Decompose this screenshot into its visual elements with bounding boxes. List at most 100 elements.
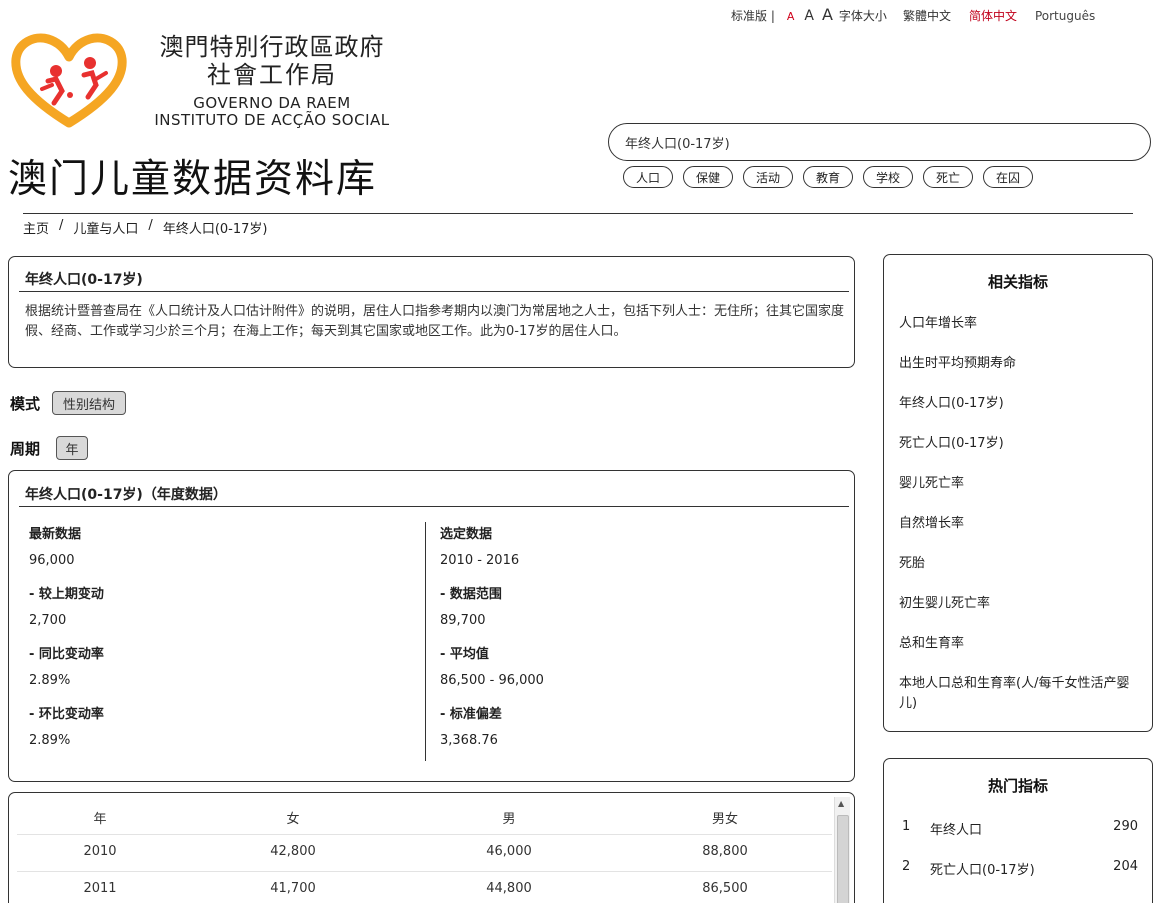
breadcrumb-children-population[interactable]: 儿童与人口 <box>73 218 138 237</box>
org-name-cn-line2: 社會工作局 <box>143 61 401 89</box>
table-cell-male: 46,000 <box>429 844 589 859</box>
annual-data-panel: 年终人口(0-17岁)（年度数据） 最新数据 96,000 - 较上期变动 2,… <box>8 470 855 782</box>
related-item[interactable]: 出生时平均预期寿命 <box>899 354 1144 374</box>
scroll-up-arrow-icon[interactable]: ▲ <box>838 799 844 808</box>
hot-item-name[interactable]: 年终人口 <box>930 819 1108 838</box>
related-item[interactable]: 自然增长率 <box>899 514 1144 534</box>
table-cell-male: 44,800 <box>429 881 589 896</box>
data-range-label: - 数据范围 <box>440 583 502 602</box>
tag-activities[interactable]: 活动 <box>743 166 793 188</box>
font-size-label: 字体大小 <box>839 7 887 24</box>
traditional-chinese-link[interactable]: 繁體中文 <box>903 7 951 24</box>
standard-version-link[interactable]: 标准版 | <box>731 7 775 24</box>
description-title: 年终人口(0-17岁) <box>25 269 143 289</box>
font-size-medium-button[interactable]: A <box>804 8 814 24</box>
change-value: 2,700 <box>29 613 66 628</box>
header-divider <box>23 213 1133 214</box>
table-header-total: 男女 <box>645 808 805 827</box>
org-name-cn-line1: 澳門特別行政區政府 <box>143 33 401 61</box>
related-indicators-panel: 相关指标 人口年增长率 出生时平均预期寿命 年终人口(0-17岁) 死亡人口(0… <box>883 254 1153 732</box>
breadcrumb: 主页 / 儿童与人口 / 年终人口(0-17岁) <box>23 218 267 237</box>
table-cell-total: 86,500 <box>645 881 805 896</box>
top-utility-bar: 标准版 | A A A 字体大小 繁體中文 简体中文 Português <box>731 5 1095 24</box>
table-cell-female: 41,700 <box>213 881 373 896</box>
related-item[interactable]: 人口年增长率 <box>899 314 1144 334</box>
std-dev-value: 3,368.76 <box>440 733 498 748</box>
hot-indicators-panel: 热门指标 1 年终人口 290 2 死亡人口(0-17岁) 204 <box>883 758 1153 903</box>
site-title[interactable]: 澳门儿童数据资料库 <box>8 148 377 204</box>
table-header-female: 女 <box>213 808 373 827</box>
hot-item[interactable]: 1 年终人口 290 <box>902 819 1138 838</box>
latest-data-value: 96,000 <box>29 553 75 568</box>
scroll-thumb[interactable] <box>837 815 849 903</box>
related-item[interactable]: 死亡人口(0-17岁) <box>899 434 1144 454</box>
breadcrumb-separator: / <box>59 218 63 237</box>
org-name-pt-line2: INSTITUTO DE ACÇÃO SOCIAL <box>143 112 401 129</box>
tag-health[interactable]: 保健 <box>683 166 733 188</box>
related-item[interactable]: 总和生育率 <box>899 634 1144 654</box>
hot-item-count: 290 <box>1108 819 1138 838</box>
table-header-year: 年 <box>20 808 180 827</box>
related-item[interactable]: 年终人口(0-17岁) <box>899 394 1144 414</box>
related-item[interactable]: 死胎 <box>899 554 1144 574</box>
data-range-value: 89,700 <box>440 613 486 628</box>
mom-rate-label: - 环比变动率 <box>29 703 104 722</box>
tag-education[interactable]: 教育 <box>803 166 853 188</box>
period-year-button[interactable]: 年 <box>56 436 88 460</box>
related-item[interactable]: 婴儿死亡率 <box>899 474 1144 494</box>
related-title: 相关指标 <box>884 271 1152 292</box>
mom-rate-value: 2.89% <box>29 733 70 748</box>
hot-title: 热门指标 <box>884 775 1152 796</box>
hot-item-rank: 1 <box>902 819 930 838</box>
description-text: 根据统计暨普查局在《人口统计及人口估计附件》的说明，居住人口指参考期内以澳门为常… <box>25 302 845 342</box>
font-size-large-button[interactable]: A <box>822 5 833 24</box>
simplified-chinese-link[interactable]: 简体中文 <box>969 7 1017 24</box>
description-divider <box>19 291 849 292</box>
mode-gender-structure-button[interactable]: 性别结构 <box>52 391 126 415</box>
table-cell-female: 42,800 <box>213 844 373 859</box>
hot-item[interactable]: 2 死亡人口(0-17岁) 204 <box>902 859 1138 878</box>
yoy-rate-label: - 同比变动率 <box>29 643 104 662</box>
data-table: 年 女 男 男女 2010 42,800 46,000 88,800 2011 … <box>8 792 855 903</box>
annual-divider <box>19 506 849 507</box>
font-size-small-button[interactable]: A <box>787 10 795 23</box>
selected-data-label: 选定数据 <box>440 523 492 542</box>
tag-population[interactable]: 人口 <box>623 166 673 188</box>
table-scrollbar[interactable]: ▲ <box>834 797 850 903</box>
mean-label: - 平均值 <box>440 643 489 662</box>
selected-data-value: 2010 - 2016 <box>440 553 519 568</box>
hot-item-count: 204 <box>1108 859 1138 878</box>
table-row-divider <box>17 834 832 835</box>
table-cell-year: 2011 <box>20 881 180 896</box>
search-input[interactable]: 年终人口(0-17岁) <box>608 123 1151 161</box>
period-label: 周期 <box>10 438 40 459</box>
yoy-rate-value: 2.89% <box>29 673 70 688</box>
org-name-pt-line1: GOVERNO DA RAEM <box>143 95 401 112</box>
related-item[interactable]: 本地人口总和生育率(人/每千女性活产婴儿) <box>899 674 1144 714</box>
breadcrumb-current: 年终人口(0-17岁) <box>163 218 268 237</box>
table-row-divider <box>17 871 832 872</box>
annual-column-divider <box>425 522 426 761</box>
table-cell-year: 2010 <box>20 844 180 859</box>
change-label: - 较上期变动 <box>29 583 104 602</box>
hot-item-rank: 2 <box>902 859 930 878</box>
indicator-description-panel: 年终人口(0-17岁) 根据统计暨普查局在《人口统计及人口估计附件》的说明，居住… <box>8 256 855 368</box>
related-item[interactable]: 初生婴儿死亡率 <box>899 594 1144 614</box>
breadcrumb-home[interactable]: 主页 <box>23 218 49 237</box>
latest-data-label: 最新数据 <box>29 523 81 542</box>
tag-prison[interactable]: 在囚 <box>983 166 1033 188</box>
organization-name: 澳門特別行政區政府 社會工作局 GOVERNO DA RAEM INSTITUT… <box>143 33 401 129</box>
search-tag-list: 人口 保健 活动 教育 学校 死亡 在囚 <box>623 166 1043 188</box>
tag-death[interactable]: 死亡 <box>923 166 973 188</box>
table-cell-total: 88,800 <box>645 844 805 859</box>
mode-label: 模式 <box>10 393 40 414</box>
table-header-male: 男 <box>429 808 589 827</box>
std-dev-label: - 标准偏差 <box>440 703 502 722</box>
ias-heart-logo-icon[interactable] <box>10 33 128 130</box>
mean-value: 86,500 - 96,000 <box>440 673 544 688</box>
hot-item-name[interactable]: 死亡人口(0-17岁) <box>930 859 1108 878</box>
portuguese-link[interactable]: Português <box>1035 9 1095 23</box>
breadcrumb-separator: / <box>148 218 152 237</box>
tag-school[interactable]: 学校 <box>863 166 913 188</box>
annual-title: 年终人口(0-17岁)（年度数据） <box>25 484 227 504</box>
